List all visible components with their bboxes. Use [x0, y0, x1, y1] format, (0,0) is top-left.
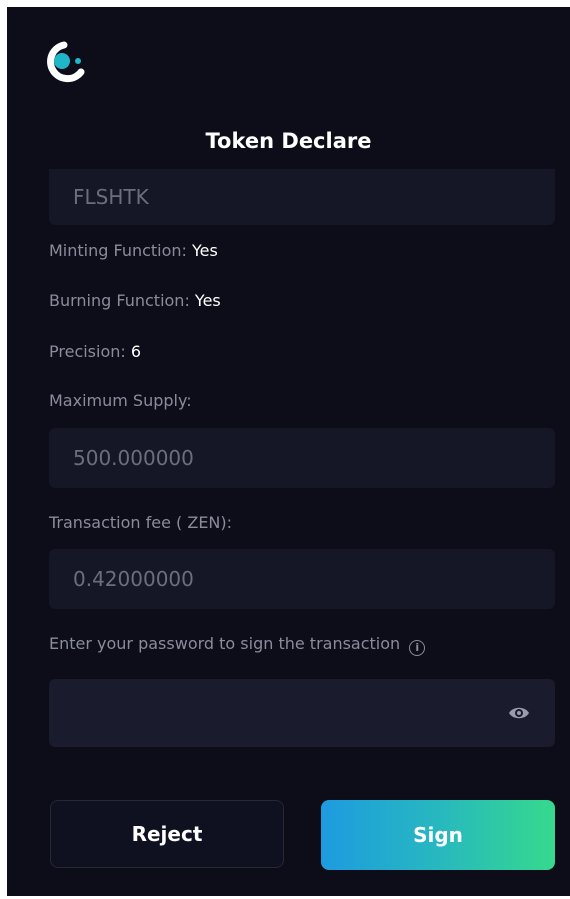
minting-function-label: Minting Function: — [49, 241, 187, 260]
password-input[interactable] — [49, 679, 555, 747]
sign-button[interactable]: Sign — [321, 800, 555, 870]
eye-icon[interactable] — [507, 701, 531, 725]
burning-function-value: Yes — [194, 291, 221, 310]
burning-function-row: Burning Function: Yes — [49, 291, 221, 310]
precision-label: Precision: — [49, 342, 126, 361]
precision-value: 6 — [130, 342, 142, 361]
token-symbol-field: FLSHTK — [49, 169, 555, 225]
reject-button-label: Reject — [131, 822, 203, 846]
app-logo-icon — [37, 37, 97, 97]
maximum-supply-label: Maximum Supply: — [49, 391, 192, 410]
sign-button-label: Sign — [413, 823, 463, 847]
reject-button[interactable]: Reject — [50, 800, 284, 868]
password-label-row: Enter your password to sign the transact… — [49, 634, 426, 656]
minting-function-row: Minting Function: Yes — [49, 241, 218, 260]
page-title: Token Declare — [205, 129, 372, 153]
minting-function-value: Yes — [192, 241, 218, 260]
transaction-fee-label: Transaction fee ( ZEN): — [49, 513, 233, 532]
transaction-fee-field: 0.42000000 — [49, 549, 555, 609]
maximum-supply-field: 500.000000 — [49, 428, 555, 488]
token-symbol-value: FLSHTK — [73, 185, 149, 209]
password-label: Enter your password to sign the transact… — [49, 634, 401, 653]
burning-function-label: Burning Function: — [49, 291, 190, 310]
maximum-supply-value: 500.000000 — [73, 446, 194, 470]
token-declare-panel: Token Declare FLSHTK Minting Function: Y… — [7, 7, 570, 896]
precision-row: Precision: 6 — [49, 342, 141, 361]
info-icon[interactable]: i — [409, 640, 426, 656]
transaction-fee-value: 0.42000000 — [73, 567, 194, 591]
